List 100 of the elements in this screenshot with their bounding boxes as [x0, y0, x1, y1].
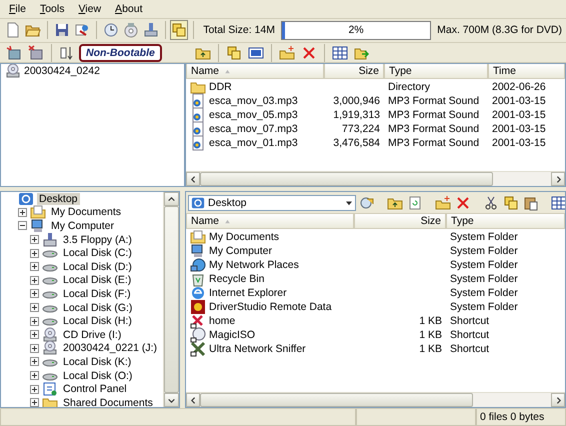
file-size: 1 KB [419, 315, 442, 327]
column-header[interactable]: Size [354, 214, 446, 229]
expand-toggle[interactable] [30, 276, 39, 285]
file-name[interactable]: Ultra Network Sniffer [209, 343, 306, 355]
file-name[interactable]: esca_mov_03.mp3 [209, 95, 298, 108]
documents-folder-icon [190, 229, 206, 245]
paste-icon [523, 194, 539, 210]
tree-item[interactable]: Local Disk (O:) [61, 370, 134, 382]
expand-toggle[interactable] [30, 371, 39, 380]
expand-toggle[interactable] [30, 398, 39, 407]
vertical-scrollbar[interactable] [163, 192, 179, 407]
file-type: System Folder [450, 273, 518, 285]
expand-toggle[interactable] [30, 262, 39, 272]
file-time: 2002-06-26 [492, 81, 546, 94]
file-name[interactable]: My Documents [209, 231, 280, 243]
expand-toggle[interactable] [30, 344, 39, 353]
menu-item[interactable]: View [73, 2, 106, 15]
disc-button[interactable] [122, 20, 140, 40]
audio-file-icon [190, 93, 206, 110]
menu-item[interactable]: About [110, 2, 148, 15]
clock-icon [102, 22, 119, 38]
new-file-icon [5, 22, 21, 38]
cut-icon [483, 194, 499, 210]
file-name[interactable]: My Network Places [209, 259, 299, 271]
expand-toggle[interactable] [30, 330, 39, 340]
collapse-toggle[interactable] [18, 221, 27, 230]
menu-item[interactable]: File [4, 2, 31, 15]
rename-icon [248, 44, 264, 61]
go-icon [359, 194, 375, 210]
column-header[interactable]: Name [186, 214, 354, 229]
tree-item[interactable]: Local Disk (G:) [61, 302, 134, 314]
file-type: System Folder [450, 259, 518, 271]
column-header[interactable]: Time [488, 64, 565, 80]
file-size: 773,224 [342, 123, 380, 136]
cd-drive-icon [42, 326, 58, 343]
column-header[interactable]: Type [384, 64, 488, 80]
file-time: 2001-03-15 [492, 137, 546, 150]
expand-toggle[interactable] [30, 235, 39, 244]
tree-item[interactable]: Control Panel [61, 383, 129, 396]
copy-button[interactable] [170, 20, 188, 40]
file-type: Directory [388, 81, 430, 94]
file-name[interactable]: MagicISO [209, 329, 256, 341]
horizontal-scrollbar[interactable] [186, 392, 565, 407]
tree-item[interactable]: Shared Documents [61, 396, 155, 407]
scroll-up-icon[interactable] [167, 194, 176, 204]
column-header[interactable]: Size [324, 64, 384, 80]
file-type: Shortcut [450, 315, 490, 327]
tree-item[interactable]: My Documents [49, 206, 124, 218]
remove-file-icon [28, 44, 44, 61]
tree-item[interactable]: Local Disk (C:) [61, 247, 134, 260]
expand-toggle[interactable] [30, 303, 39, 312]
horizontal-scrollbar[interactable] [186, 171, 565, 186]
file-type: Shortcut [450, 343, 490, 355]
file-name[interactable]: home [209, 315, 236, 327]
tree-item[interactable]: Local Disk (E:) [61, 274, 134, 286]
file-name[interactable]: esca_mov_07.mp3 [209, 123, 298, 136]
tree-item[interactable]: Desktop [37, 192, 80, 205]
expand-toggle[interactable] [30, 384, 39, 394]
file-name[interactable]: DDR [209, 81, 232, 94]
file-type: System Folder [450, 231, 518, 243]
max-size-label: Max. 700M (8.3G for DVD) [436, 24, 563, 36]
column-header[interactable]: Name [186, 64, 324, 80]
control-panel-icon [42, 381, 58, 398]
file-size: 1 KB [419, 329, 442, 341]
expand-toggle[interactable] [30, 316, 39, 326]
sort-icon [59, 44, 75, 61]
scroll-left-icon[interactable] [188, 174, 198, 184]
cd-drive-icon [42, 340, 58, 356]
boot-status-badge[interactable]: Non-Bootable [79, 44, 162, 62]
tree-item[interactable]: CD Drive (I:) [61, 328, 124, 341]
tree-item[interactable]: Local Disk (K:) [61, 356, 134, 368]
image-root-item[interactable]: 20030424_0242 [24, 65, 100, 78]
expand-toggle[interactable] [30, 357, 39, 366]
menu-item[interactable]: Tools [34, 2, 70, 15]
globe-icon [190, 285, 206, 301]
tree-item[interactable]: Local Disk (D:) [61, 260, 134, 273]
file-name[interactable]: My Computer [209, 245, 272, 257]
tree-item[interactable]: 3.5 Floppy (A:) [61, 234, 134, 246]
expand-toggle[interactable] [30, 289, 39, 298]
documents-folder-icon [30, 204, 46, 220]
file-type: System Folder [450, 287, 518, 299]
expand-toggle[interactable] [30, 248, 39, 258]
tree-item[interactable]: 20030424_0221 (J:) [61, 342, 159, 354]
file-name[interactable]: esca_mov_01.mp3 [209, 137, 298, 150]
expand-toggle[interactable] [18, 208, 27, 217]
file-name[interactable]: DriverStudio Remote Data [209, 301, 332, 313]
file-name[interactable]: Recycle Bin [209, 273, 264, 285]
tree-item[interactable]: Local Disk (H:) [61, 315, 134, 328]
column-header[interactable]: Type [446, 214, 565, 229]
file-name[interactable]: Internet Explorer [209, 287, 287, 299]
tree-item[interactable]: My Computer [49, 220, 116, 232]
address-combo[interactable]: Desktop [188, 194, 356, 210]
disc-shortcut-icon [190, 327, 206, 343]
file-size: 1 KB [419, 343, 442, 355]
file-name[interactable]: esca_mov_05.mp3 [209, 109, 298, 122]
floppy-drive-icon [42, 232, 58, 248]
file-size: 3,476,584 [333, 137, 380, 150]
tree-item[interactable]: Local Disk (F:) [61, 288, 133, 300]
shortcut-icon [190, 313, 206, 329]
scroll-left-icon[interactable] [188, 396, 198, 404]
